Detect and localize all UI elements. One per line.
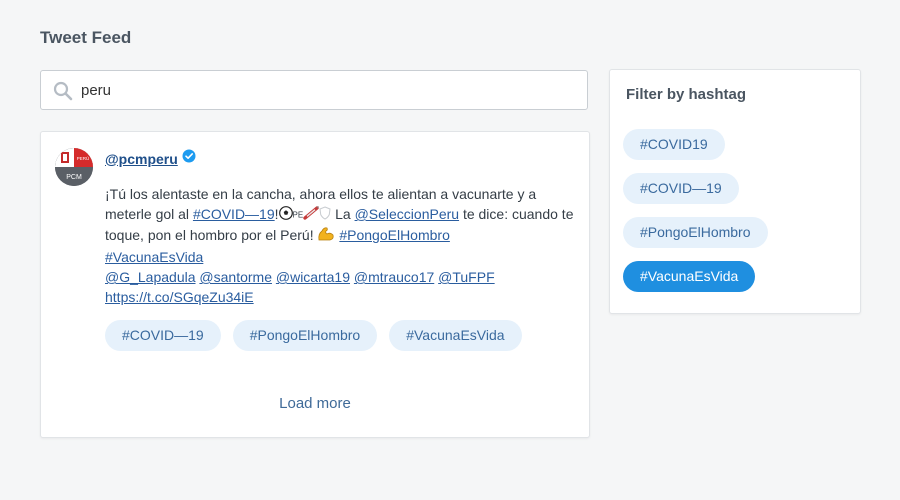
soccer-ball-icon	[278, 205, 293, 225]
tweet-text: ¡Tú los alentaste en la cancha, ahora el…	[105, 184, 575, 307]
tweet-link-seleccion[interactable]: @SeleccionPeru	[355, 206, 460, 222]
tweet-handle-link[interactable]: @pcmperu	[105, 151, 178, 167]
hashtag-filter-panel: Filter by hashtag #COVID19 #COVID—19 #Po…	[609, 69, 861, 314]
avatar-flag-text: PERÚ	[77, 155, 90, 161]
verified-badge-icon	[182, 149, 196, 168]
search-input[interactable]	[81, 71, 571, 109]
avatar[interactable]: PERÚ PCM	[55, 148, 93, 186]
filter-hashtag-chip-active[interactable]: #VacunaEsVida	[623, 261, 756, 292]
tweet-hashtag-list: #COVID—19 #PongoElHombro #VacunaEsVida	[105, 320, 522, 351]
tweet-link-covid[interactable]: #COVID—19	[193, 206, 275, 222]
tweet-header: @pcmperu	[105, 149, 196, 168]
flag-label-pe: PE	[292, 210, 304, 220]
tweet-hashtag-chip[interactable]: #PongoElHombro	[232, 320, 378, 351]
tweet-feed-panel: PERÚ PCM @pcmperu ¡Tú los alentaste en l…	[40, 131, 590, 438]
tweet-url-link[interactable]: https://t.co/SGqeZu34iE	[105, 289, 254, 305]
syringe-icon	[303, 205, 320, 225]
filter-hashtag-chip[interactable]: #COVID19	[623, 129, 725, 160]
filter-title: Filter by hashtag	[626, 86, 747, 103]
flexed-biceps-icon	[317, 226, 335, 247]
tweet-mention[interactable]: @mtrauco17	[354, 269, 434, 285]
tweet-text-part: La	[331, 206, 355, 222]
tweet-link-vacuna[interactable]: #VacunaEsVida	[105, 249, 203, 265]
tweet-mention[interactable]: @G_Lapadula	[105, 269, 196, 285]
page-title: Tweet Feed	[40, 28, 132, 47]
tweet-mention[interactable]: @santorme	[199, 269, 272, 285]
search-box[interactable]	[40, 70, 588, 110]
search-icon	[53, 81, 73, 101]
load-more-button[interactable]: Load more	[41, 395, 589, 412]
tweet-hashtag-chip[interactable]: #VacunaEsVida	[389, 320, 522, 351]
avatar-label: PCM	[66, 174, 82, 181]
filter-hashtag-list: #COVID19 #COVID—19 #PongoElHombro #Vacun…	[623, 129, 768, 292]
filter-hashtag-chip[interactable]: #COVID—19	[623, 173, 739, 204]
shield-icon	[319, 205, 331, 225]
tweet-mention[interactable]: @wicarta19	[276, 269, 350, 285]
tweet-link-pongo[interactable]: #PongoElHombro	[339, 227, 450, 243]
tweet-mention[interactable]: @TuFPF	[438, 269, 494, 285]
filter-hashtag-chip[interactable]: #PongoElHombro	[623, 217, 768, 248]
tweet-hashtag-chip[interactable]: #COVID—19	[105, 320, 221, 351]
